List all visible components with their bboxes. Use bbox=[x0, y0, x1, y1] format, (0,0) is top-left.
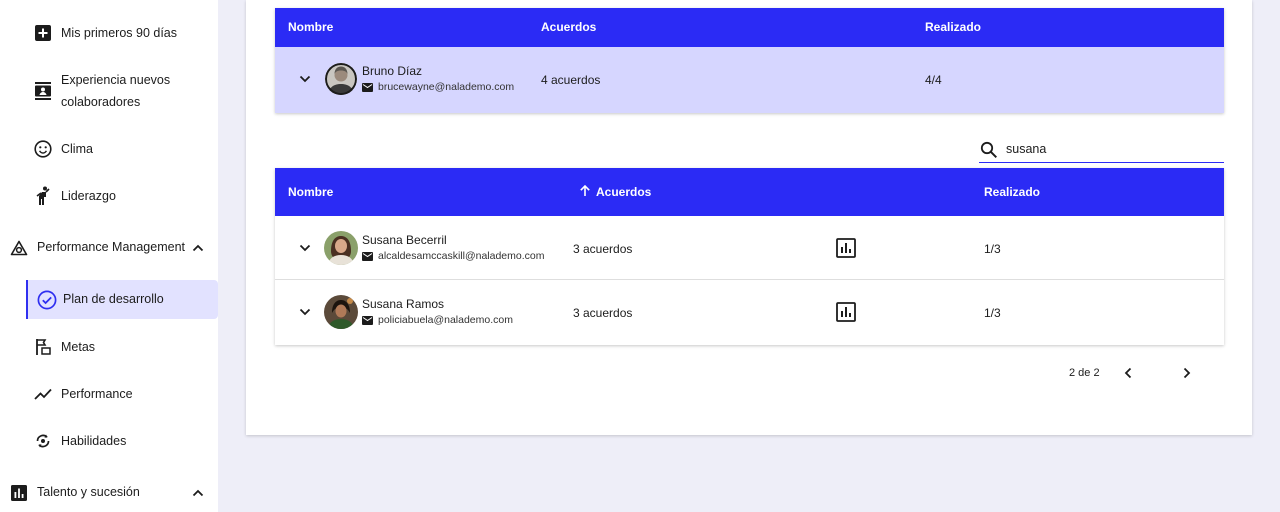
table-header: Nombre Acuerdos Realizado bbox=[275, 8, 1224, 47]
sidebar-item-label: Plan de desarrollo bbox=[63, 292, 164, 306]
done-cell: 1/3 bbox=[984, 306, 1001, 320]
sidebar-section-label: Talento y sucesión bbox=[37, 485, 140, 499]
sidebar-item-experiencia-nuevos-colaboradores[interactable]: Experiencia nuevos colaboradores bbox=[0, 69, 218, 113]
sidebar-item-label: Liderazgo bbox=[61, 189, 116, 203]
contact-card-icon bbox=[34, 82, 52, 100]
search-field[interactable] bbox=[979, 138, 1224, 163]
column-header-realizado[interactable]: Realizado bbox=[925, 20, 981, 34]
done-cell: 1/3 bbox=[984, 242, 1001, 256]
sidebar-item-label: Habilidades bbox=[61, 434, 127, 448]
avatar bbox=[324, 231, 358, 265]
sidebar-item-label: Experiencia nuevos bbox=[61, 73, 171, 87]
sidebar-item-label: Metas bbox=[61, 340, 96, 354]
person-name: Susana Ramos bbox=[362, 297, 445, 311]
mail-icon bbox=[362, 82, 373, 92]
person-email-text: alcaldesamccaskill@nalademo.com bbox=[378, 250, 545, 262]
chevron-up-icon[interactable] bbox=[189, 484, 207, 502]
search-icon bbox=[980, 141, 998, 159]
agreements-cell: 3 acuerdos bbox=[573, 306, 633, 320]
sidebar-item-metas[interactable]: Metas bbox=[0, 336, 218, 358]
flag-icon bbox=[34, 338, 52, 356]
agreements-cell: 4 acuerdos bbox=[541, 73, 601, 87]
smiley-icon bbox=[34, 140, 52, 158]
sidebar: Mis primeros 90 días Experiencia nuevos … bbox=[0, 0, 218, 512]
sidebar-item-habilidades[interactable]: Habilidades bbox=[0, 430, 218, 452]
avatar bbox=[325, 63, 357, 95]
sidebar-section-label: Performance Management bbox=[37, 240, 185, 254]
chevron-left-icon[interactable] bbox=[1118, 363, 1138, 383]
sidebar-item-label-line2: colaboradores bbox=[61, 95, 141, 109]
person-name: Bruno Díaz bbox=[362, 64, 423, 78]
sidebar-section-talento-y-sucesion[interactable]: Talento y sucesión bbox=[0, 477, 218, 509]
plus-box-icon bbox=[34, 24, 52, 42]
person-email-text: brucewayne@nalademo.com bbox=[378, 81, 515, 93]
team-table: Nombre Acuerdos Realizado Susana Becerri… bbox=[275, 168, 1224, 345]
table-header: Nombre Acuerdos Realizado bbox=[275, 168, 1224, 216]
column-header-nombre[interactable]: Nombre bbox=[288, 20, 333, 34]
sidebar-item-performance[interactable]: Performance bbox=[0, 383, 218, 405]
avatar bbox=[324, 295, 358, 329]
chevron-down-icon[interactable] bbox=[295, 302, 315, 322]
chevron-right-icon[interactable] bbox=[1177, 363, 1197, 383]
table-row[interactable]: Susana Becerril alcaldesamccaskill@nalad… bbox=[275, 216, 1224, 280]
table-row[interactable]: Susana Ramos policiabuela@nalademo.com 3… bbox=[275, 281, 1224, 345]
person-walking-icon bbox=[34, 186, 52, 205]
agreements-cell: 3 acuerdos bbox=[573, 242, 633, 256]
sidebar-item-plan-de-desarrollo[interactable]: Plan de desarrollo bbox=[26, 280, 218, 319]
mail-icon bbox=[362, 251, 373, 261]
column-header-nombre[interactable]: Nombre bbox=[288, 185, 333, 199]
chart-report-icon[interactable] bbox=[836, 302, 856, 322]
done-cell: 4/4 bbox=[925, 73, 942, 87]
person-email: alcaldesamccaskill@nalademo.com bbox=[362, 250, 544, 262]
chevron-up-icon[interactable] bbox=[189, 239, 207, 257]
sidebar-item-clima[interactable]: Clima bbox=[0, 138, 218, 160]
chevron-down-icon[interactable] bbox=[295, 238, 315, 258]
sidebar-section-performance-management[interactable]: Performance Management bbox=[0, 232, 218, 264]
table-row[interactable]: Bruno Díaz brucewayne@nalademo.com 4 acu… bbox=[275, 47, 1224, 113]
chart-report-icon[interactable] bbox=[836, 238, 856, 258]
person-email: brucewayne@nalademo.com bbox=[362, 81, 514, 93]
column-header-acuerdos[interactable]: Acuerdos bbox=[541, 20, 596, 34]
trend-line-icon bbox=[34, 385, 52, 403]
column-header-acuerdos[interactable]: Acuerdos bbox=[596, 185, 651, 199]
check-circle-icon bbox=[37, 290, 57, 310]
person-email-text: policiabuela@nalademo.com bbox=[378, 314, 513, 326]
sidebar-item-liderazgo[interactable]: Liderazgo bbox=[0, 185, 218, 207]
search-input[interactable] bbox=[1006, 142, 1206, 156]
person-name: Susana Becerril bbox=[362, 233, 447, 247]
chevron-down-icon[interactable] bbox=[295, 69, 315, 89]
mail-icon bbox=[362, 315, 373, 325]
pagination-label: 2 de 2 bbox=[1069, 367, 1100, 379]
arrow-up-icon[interactable] bbox=[579, 184, 591, 198]
sidebar-item-label: Mis primeros 90 días bbox=[61, 26, 178, 40]
bar-chart-icon bbox=[10, 484, 28, 502]
sidebar-item-label: Performance bbox=[61, 387, 133, 401]
column-header-realizado[interactable]: Realizado bbox=[984, 185, 1040, 199]
leader-table: Nombre Acuerdos Realizado Bruno Díaz bru… bbox=[275, 8, 1224, 113]
performance-logo-icon bbox=[10, 239, 28, 257]
skills-icon bbox=[34, 432, 52, 450]
sidebar-item-mis-primeros-90-dias[interactable]: Mis primeros 90 días bbox=[0, 22, 218, 44]
person-email: policiabuela@nalademo.com bbox=[362, 314, 513, 326]
sidebar-item-label: Clima bbox=[61, 142, 93, 156]
